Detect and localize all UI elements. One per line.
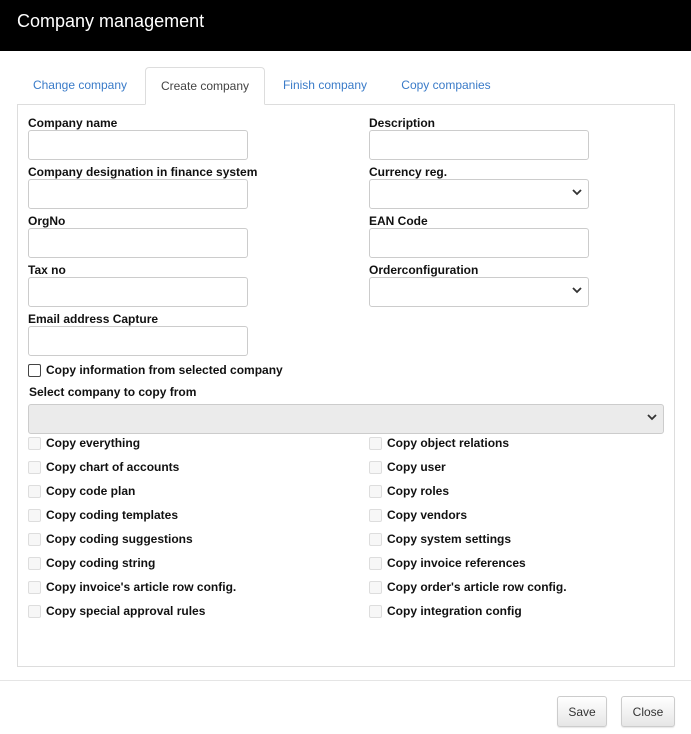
- copy-option-checkbox[interactable]: Copy invoice references: [369, 556, 526, 570]
- footer-divider: [0, 680, 691, 681]
- copy-option-label: Copy order's article row config.: [387, 580, 567, 594]
- copy-option-label: Copy coding templates: [46, 508, 179, 522]
- copy-option-label: Copy user: [387, 460, 446, 474]
- tab-create-company[interactable]: Create company: [145, 67, 265, 105]
- description-input[interactable]: [369, 130, 589, 160]
- chevron-down-icon: [572, 189, 582, 196]
- copy-option-checkbox[interactable]: Copy roles: [369, 484, 449, 498]
- tab-copy-companies[interactable]: Copy companies: [388, 67, 504, 105]
- tab-finish-company[interactable]: Finish company: [270, 67, 380, 105]
- copy-option-label: Copy vendors: [387, 508, 468, 522]
- taxno-label: Tax no: [28, 263, 66, 277]
- copy-option-label: Copy special approval rules: [46, 604, 206, 618]
- copy-option-label: Copy code plan: [46, 484, 136, 498]
- orgno-label: OrgNo: [28, 214, 66, 228]
- copy-option-label: Copy everything: [46, 436, 141, 450]
- checkbox[interactable]: [28, 508, 41, 522]
- checkbox[interactable]: [28, 484, 41, 498]
- email-input[interactable]: [28, 326, 248, 356]
- checkbox[interactable]: [28, 460, 41, 474]
- checkbox[interactable]: [369, 436, 382, 450]
- orderconfig-label: Orderconfiguration: [369, 263, 479, 277]
- ean-label: EAN Code: [369, 214, 428, 228]
- ean-input[interactable]: [369, 228, 589, 258]
- company-name-label: Company name: [28, 116, 118, 130]
- checkbox[interactable]: [28, 580, 41, 594]
- checkbox[interactable]: [369, 604, 382, 618]
- checkbox[interactable]: [28, 604, 41, 618]
- currency-select[interactable]: [369, 179, 589, 209]
- designation-label: Company designation in finance system: [28, 165, 258, 179]
- checkbox[interactable]: [28, 556, 41, 570]
- copy-info-label: Copy information from selected company: [46, 363, 283, 377]
- description-label: Description: [369, 116, 436, 130]
- select-copy-label: Select company to copy from: [29, 385, 197, 399]
- copy-option-checkbox[interactable]: Copy object relations: [369, 436, 509, 450]
- copy-option-label: Copy coding suggestions: [46, 532, 193, 546]
- copy-option-checkbox[interactable]: Copy code plan: [28, 484, 135, 498]
- checkbox[interactable]: [28, 436, 41, 450]
- close-button[interactable]: Close: [621, 696, 675, 727]
- copy-option-label: Copy system settings: [387, 532, 512, 546]
- chevron-down-icon: [647, 414, 657, 421]
- copy-option-checkbox[interactable]: Copy coding templates: [28, 508, 178, 522]
- checkbox[interactable]: [369, 460, 382, 474]
- copy-option-label: Copy coding string: [46, 556, 156, 570]
- chevron-down-icon: [572, 287, 582, 294]
- copy-option-label: Copy invoice references: [387, 556, 526, 570]
- copy-option-checkbox[interactable]: Copy chart of accounts: [28, 460, 179, 474]
- copy-option-checkbox[interactable]: Copy system settings: [369, 532, 511, 546]
- copy-option-label: Copy chart of accounts: [46, 460, 180, 474]
- copy-option-checkbox[interactable]: Copy integration config: [369, 604, 522, 618]
- orderconfig-select[interactable]: [369, 277, 589, 307]
- copy-info-checkbox[interactable]: Copy information from selected company: [28, 363, 283, 377]
- checkbox[interactable]: [369, 508, 382, 522]
- copy-option-checkbox[interactable]: Copy user: [369, 460, 446, 474]
- tab-change-company[interactable]: Change company: [22, 67, 138, 105]
- copy-option-checkbox[interactable]: Copy coding string: [28, 556, 155, 570]
- checkbox[interactable]: [28, 532, 41, 546]
- copy-option-checkbox[interactable]: Copy invoice's article row config.: [28, 580, 236, 594]
- copy-option-checkbox[interactable]: Copy order's article row config.: [369, 580, 567, 594]
- currency-label: Currency reg.: [369, 165, 448, 179]
- company-name-input[interactable]: [28, 130, 248, 160]
- designation-input[interactable]: [28, 179, 248, 209]
- checkbox[interactable]: [369, 580, 382, 594]
- checkbox[interactable]: [369, 556, 382, 570]
- copy-option-label: Copy integration config: [387, 604, 522, 618]
- copy-option-label: Copy roles: [387, 484, 450, 498]
- copy-option-checkbox[interactable]: Copy coding suggestions: [28, 532, 193, 546]
- email-label: Email address Capture: [28, 312, 159, 326]
- copy-from-select[interactable]: [28, 404, 664, 434]
- save-button[interactable]: Save: [557, 696, 607, 727]
- taxno-input[interactable]: [28, 277, 248, 307]
- title-bar: Company management: [0, 0, 691, 51]
- orgno-input[interactable]: [28, 228, 248, 258]
- copy-option-checkbox[interactable]: Copy vendors: [369, 508, 467, 522]
- dialog-title: Company management: [17, 11, 205, 31]
- checkbox[interactable]: [369, 484, 382, 498]
- copy-option-label: Copy invoice's article row config.: [46, 580, 237, 594]
- copy-option-label: Copy object relations: [387, 436, 510, 450]
- checkbox[interactable]: [369, 532, 382, 546]
- copy-option-checkbox[interactable]: Copy everything: [28, 436, 140, 450]
- checkbox[interactable]: [28, 363, 41, 377]
- copy-option-checkbox[interactable]: Copy special approval rules: [28, 604, 205, 618]
